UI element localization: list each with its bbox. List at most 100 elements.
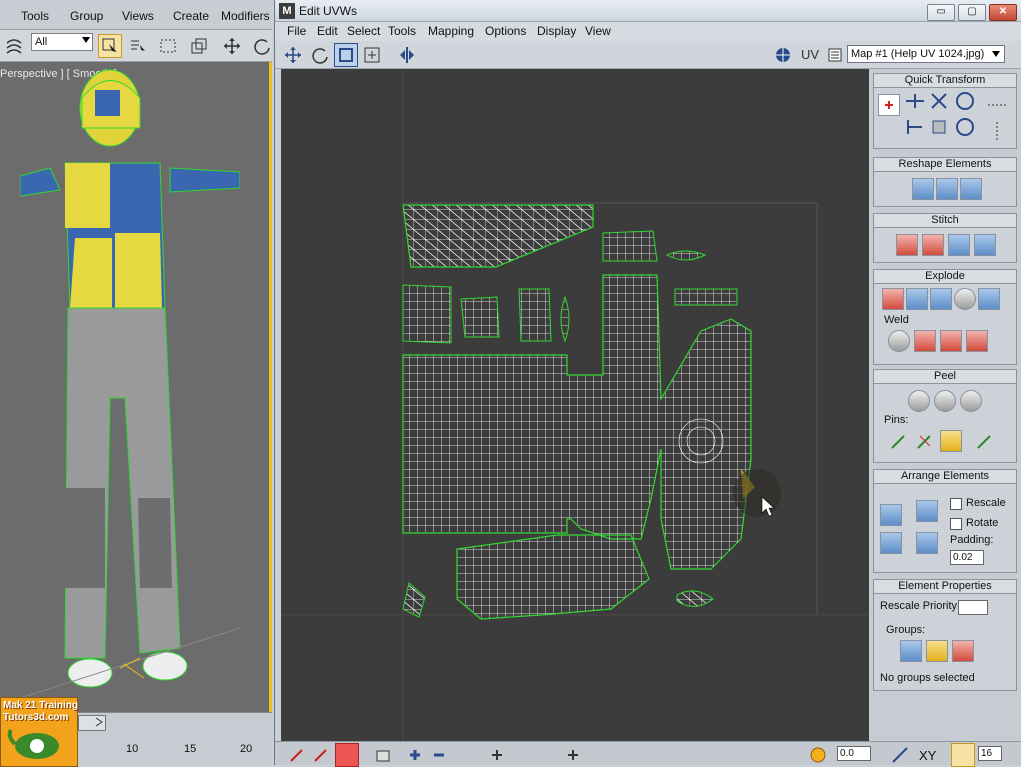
set-pivot-icon[interactable] — [878, 94, 900, 116]
checker-texture-icon[interactable] — [775, 47, 791, 63]
rollout-title[interactable]: Quick Transform — [874, 74, 1016, 88]
space-icon[interactable] — [928, 116, 950, 138]
select-by-name-icon[interactable] — [126, 34, 150, 58]
paint-select-icon[interactable] — [309, 743, 333, 767]
menu-views[interactable]: Views — [122, 9, 154, 23]
uv-shell[interactable] — [518, 288, 552, 342]
selection-filter-dropdown[interactable]: All — [31, 33, 93, 51]
align-vertical-icon[interactable] — [928, 90, 950, 112]
uv-layout[interactable] — [281, 69, 869, 741]
flatten-custom-icon[interactable] — [978, 288, 1000, 310]
menu-modifiers[interactable]: Modifiers — [221, 9, 270, 23]
pack-uv-icon[interactable] — [916, 532, 938, 554]
menu-file[interactable]: File — [287, 24, 306, 38]
rescale-priority-input[interactable] — [958, 600, 988, 615]
menu-display[interactable]: Display — [537, 24, 576, 38]
uv-shell[interactable] — [402, 204, 594, 268]
uv-shell[interactable] — [602, 230, 658, 262]
link-icon[interactable] — [2, 34, 26, 58]
rotate-minus-icon[interactable] — [954, 116, 976, 138]
uv-shell[interactable] — [665, 250, 707, 261]
group-select-icon[interactable] — [900, 640, 922, 662]
stitch-custom-icon[interactable] — [896, 234, 918, 256]
chevron-right-icon[interactable] — [94, 717, 104, 727]
options-icon[interactable] — [828, 48, 842, 62]
plus-icon[interactable] — [485, 743, 509, 767]
rollout-title[interactable]: Arrange Elements — [874, 470, 1016, 484]
rotate-icon[interactable] — [250, 34, 274, 58]
rotate-checkbox[interactable] — [950, 518, 962, 530]
align-linear-icon[interactable] — [904, 116, 926, 138]
space-horizontal-icon[interactable] — [986, 94, 1008, 116]
weld-all-icon[interactable] — [966, 330, 988, 352]
space-vertical-icon[interactable] — [986, 120, 1008, 142]
stitch-to-target-icon[interactable] — [974, 234, 996, 256]
move-icon[interactable] — [220, 34, 244, 58]
uv-shell[interactable] — [402, 582, 426, 618]
break-icon[interactable] — [882, 288, 904, 310]
group-lock-icon[interactable] — [926, 640, 948, 662]
explode-to-smoothing-icon[interactable] — [906, 288, 928, 310]
weld-selected-icon[interactable] — [914, 330, 936, 352]
time-slider[interactable]: Mak 21 Training Tutors3d.com 10 15 20 — [0, 697, 272, 767]
select-object-icon[interactable] — [98, 34, 122, 58]
rollout-title[interactable]: Peel — [874, 370, 1016, 384]
rollout-title[interactable]: Reshape Elements — [874, 158, 1016, 172]
restore-button[interactable]: ▢ — [958, 4, 986, 21]
window-crossing-icon[interactable] — [187, 34, 211, 58]
uv-shell[interactable] — [560, 295, 570, 343]
rect-selection-icon[interactable] — [156, 34, 180, 58]
reset-peel-icon[interactable] — [960, 390, 982, 412]
straighten-selection-icon[interactable] — [912, 178, 934, 200]
texture-map-dropdown[interactable]: Map #1 (Help UV 1024.jpg) — [847, 45, 1005, 63]
perspective-viewport[interactable]: Perspective ] [ Smooth ] — [0, 62, 272, 712]
rescale-checkbox[interactable] — [950, 498, 962, 510]
freeform-icon[interactable] — [360, 43, 384, 67]
freeze-icon[interactable] — [371, 743, 395, 767]
group-ungroup-icon[interactable] — [952, 640, 974, 662]
circularize-icon[interactable] — [960, 178, 982, 200]
auto-pin-moved-icon[interactable] — [940, 430, 962, 452]
uv-shell[interactable] — [460, 296, 500, 338]
align-horizontal-icon[interactable] — [904, 90, 926, 112]
peel-mode-icon[interactable] — [934, 390, 956, 412]
pencil-icon[interactable] — [285, 743, 309, 767]
pack-custom-icon[interactable] — [916, 500, 938, 522]
snap-icon[interactable] — [951, 743, 975, 767]
menu-edit[interactable]: Edit — [317, 24, 338, 38]
uv-shell[interactable] — [676, 590, 714, 607]
close-button[interactable]: ✕ — [989, 4, 1017, 21]
menu-group[interactable]: Group — [70, 9, 103, 23]
flatten-icon[interactable] — [954, 288, 976, 310]
uv-shell[interactable] — [402, 284, 452, 344]
plus-icon[interactable] — [561, 743, 585, 767]
rollout-title[interactable]: Element Properties — [874, 580, 1016, 594]
xy-label[interactable]: XY — [919, 748, 936, 763]
menu-view[interactable]: View — [585, 24, 611, 38]
uv-shell-hands[interactable] — [456, 534, 650, 620]
pin-icon[interactable] — [888, 430, 910, 452]
falloff-curve-icon[interactable] — [891, 746, 909, 764]
uv-shell[interactable] — [674, 288, 738, 306]
uvw-titlebar[interactable]: M Edit UVWs ▭ ▢ ✕ — [275, 0, 1021, 22]
falloff-input[interactable]: 0.0 — [837, 746, 871, 761]
rollout-title[interactable]: Stitch — [874, 214, 1016, 228]
pack-normalize-icon[interactable] — [880, 504, 902, 526]
menu-mapping[interactable]: Mapping — [428, 24, 474, 38]
character-model[interactable] — [20, 68, 240, 698]
pack-together-icon[interactable] — [880, 532, 902, 554]
color-swatch-icon[interactable] — [335, 743, 359, 767]
relax-icon[interactable] — [936, 178, 958, 200]
grow-selection-icon[interactable] — [403, 743, 427, 767]
menu-select[interactable]: Select — [347, 24, 380, 38]
grid-count-input[interactable]: 16 — [978, 746, 1002, 761]
move-icon[interactable] — [281, 43, 305, 67]
menu-create[interactable]: Create — [173, 9, 209, 23]
unpin-icon[interactable] — [914, 430, 936, 452]
uv-shell-torso[interactable] — [402, 274, 752, 570]
explode-to-material-icon[interactable] — [930, 288, 952, 310]
stitch-to-average-icon[interactable] — [948, 234, 970, 256]
uv-editor-canvas[interactable] — [281, 69, 869, 741]
rotate-icon[interactable] — [308, 43, 332, 67]
quick-peel-icon[interactable] — [908, 390, 930, 412]
